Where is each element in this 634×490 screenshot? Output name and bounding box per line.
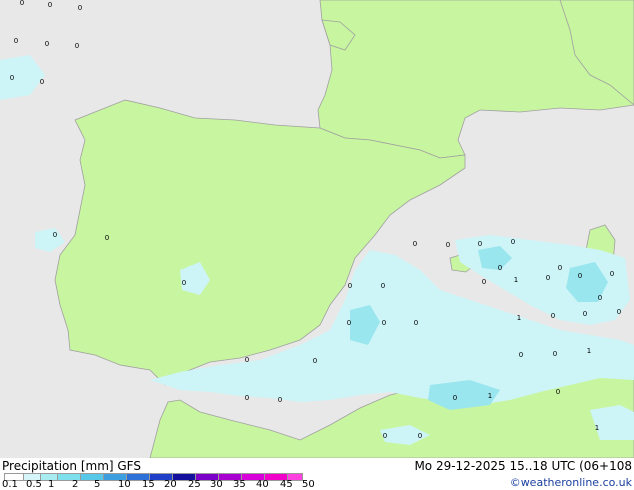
legend-tick-label: 25 <box>188 479 201 490</box>
map-value-label: 0 <box>418 432 422 440</box>
valid-time: Mo 29-12-2025 15..18 UTC (06+108 <box>414 459 632 473</box>
precipitation-map[interactable]: 0000000000000000000100000010000001000100… <box>0 0 634 459</box>
map-value-label: 0 <box>75 42 79 50</box>
legend-tick-label: 40 <box>256 479 269 490</box>
map-value-label: 0 <box>413 240 417 248</box>
legend-tick-label: 10 <box>118 479 131 490</box>
map-value-label: 0 <box>553 350 557 358</box>
map-value-label: 0 <box>348 282 352 290</box>
map-value-label: 0 <box>578 272 582 280</box>
map-value-label: 0 <box>511 238 515 246</box>
map-value-label: 0 <box>78 4 82 12</box>
map-value-label: 0 <box>546 274 550 282</box>
map-value-label: 0 <box>347 319 351 327</box>
legend-tick-label: 50 <box>302 479 315 490</box>
legend-tick-label: 45 <box>280 479 293 490</box>
map-value-label: 0 <box>40 78 44 86</box>
map-value-label: 0 <box>278 396 282 404</box>
legend-tick-label: 20 <box>164 479 177 490</box>
map-value-label: 0 <box>20 0 24 7</box>
map-value-label: 0 <box>10 74 14 82</box>
map-value-label: 0 <box>453 394 457 402</box>
map-value-label: 1 <box>517 314 521 322</box>
legend-tick-label: 0.5 <box>26 479 42 490</box>
map-value-label: 0 <box>383 432 387 440</box>
map-value-label: 0 <box>45 40 49 48</box>
legend-tick-label: 35 <box>233 479 246 490</box>
map-value-label: 0 <box>14 37 18 45</box>
legend-tick-label: 0.1 <box>2 479 18 490</box>
map-value-label: 0 <box>105 234 109 242</box>
map-value-label: 1 <box>587 347 591 355</box>
map-value-label: 0 <box>558 264 562 272</box>
map-value-label: 0 <box>478 240 482 248</box>
map-value-label: 1 <box>595 424 599 432</box>
map-canvas: 0 0 00 0 00 00 0000 0 0 00 0 0 1 0 0 00 0 01 0 0 000 0 10 0 0 1 00… <box>0 0 634 459</box>
map-value-label: 0 <box>598 294 602 302</box>
map-value-label: 0 <box>446 241 450 249</box>
map-value-label: 0 <box>482 278 486 286</box>
map-value-label: 1 <box>488 392 492 400</box>
map-value-label: 0 <box>245 394 249 402</box>
map-value-label: 0 <box>583 310 587 318</box>
map-title: Precipitation [mm] GFS <box>2 459 141 473</box>
map-value-label: 0 <box>53 231 57 239</box>
map-value-label: 0 <box>382 319 386 327</box>
map-value-label: 0 <box>182 279 186 287</box>
map-value-label: 0 <box>48 1 52 9</box>
map-value-label: 0 <box>610 270 614 278</box>
map-value-label: 0 <box>313 357 317 365</box>
map-value-label: 0 <box>617 308 621 316</box>
legend-tick-label: 1 <box>48 479 55 490</box>
legend-tick-label: 15 <box>142 479 155 490</box>
legend-ticks: 0.1 0.5 1 2 5 10 15 20 25 30 35 40 45 50 <box>0 480 634 490</box>
map-value-label: 0 <box>245 356 249 364</box>
legend-tick-label: 30 <box>210 479 223 490</box>
map-value-label: 0 <box>556 388 560 396</box>
legend-tick-label: 2 <box>72 479 79 490</box>
map-value-label: 0 <box>414 319 418 327</box>
map-value-label: 0 <box>498 264 502 272</box>
map-value-label: 1 <box>514 276 518 284</box>
legend-tick-label: 5 <box>94 479 101 490</box>
map-value-label: 0 <box>381 282 385 290</box>
map-value-label: 0 <box>551 312 555 320</box>
map-value-label: 0 <box>519 351 523 359</box>
